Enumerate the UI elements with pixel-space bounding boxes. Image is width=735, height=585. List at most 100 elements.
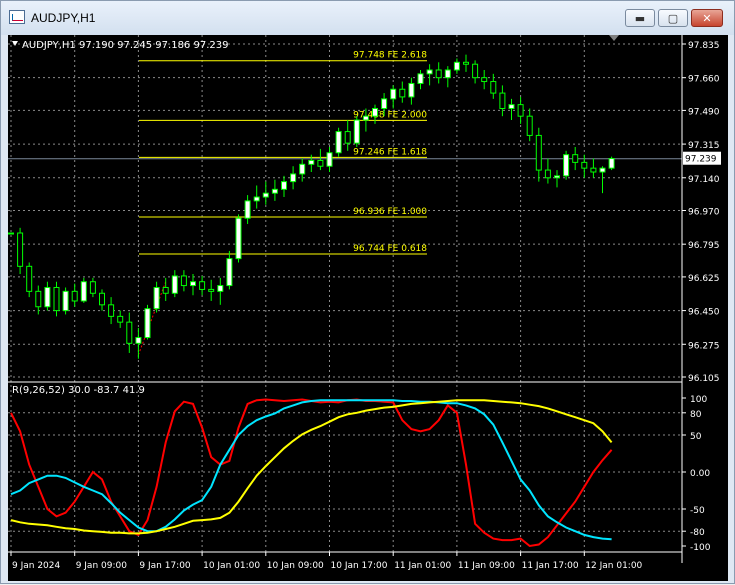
bull-candle-body <box>408 82 415 98</box>
bear-candle-body <box>117 315 124 323</box>
dropdown-triangle-icon[interactable] <box>12 41 18 46</box>
title-bar[interactable]: AUDJPY,H1 ▬ ▢ ✕ <box>1 1 734 35</box>
price-tick-label: 96.970 <box>688 208 720 218</box>
bull-candle-body <box>44 286 51 308</box>
bull-candle-body <box>153 286 160 310</box>
candles <box>8 54 615 359</box>
bull-candle-body <box>372 107 378 117</box>
bear-candle-body <box>17 232 24 267</box>
bear-candle-body <box>208 288 215 292</box>
bull-candle-body <box>290 173 297 183</box>
bull-candle-body <box>281 181 287 190</box>
time-label: 10 Jan 01:00 <box>203 561 260 571</box>
price-tick-label: 97.490 <box>688 107 720 117</box>
chart-window-icon <box>9 10 25 24</box>
bull-candle-body <box>353 119 360 144</box>
price-tick-label: 97.660 <box>688 75 720 85</box>
time-label: 11 Jan 09:00 <box>458 561 515 571</box>
bull-candle-body <box>563 154 570 177</box>
bear-candle-body <box>180 275 187 287</box>
bull-candle-body <box>226 258 233 287</box>
window-title: AUDJPY,H1 <box>31 11 96 25</box>
close-button[interactable]: ✕ <box>691 9 723 27</box>
bull-candle-body <box>335 131 342 154</box>
bear-candle-body <box>535 134 542 171</box>
bear-candle-body <box>26 265 33 292</box>
bull-candle-body <box>417 73 424 84</box>
time-label: 10 Jan 17:00 <box>331 561 388 571</box>
fib-level-label: 96.936 FE 1.000 <box>353 207 427 217</box>
price-tick-label: 96.625 <box>688 274 720 284</box>
bear-candle-body <box>463 61 469 65</box>
bull-candle-body <box>554 175 560 179</box>
bull-candle-body <box>444 69 451 79</box>
rsi-tick-label: 50 <box>690 432 702 442</box>
price-tick-label: 97.315 <box>688 141 720 151</box>
bull-candle-body <box>135 337 142 344</box>
current-price-label: 97.239 <box>685 155 717 165</box>
bear-candle-body <box>199 281 206 290</box>
info-line: AUDJPY,H1 97.190 97.245 97.186 97.239 <box>22 40 228 51</box>
time-label: 12 Jan 01:00 <box>585 561 642 571</box>
bear-candle-body <box>490 81 497 94</box>
bull-candle-body <box>244 200 251 219</box>
time-label: 9 Jan 2024 <box>12 561 60 571</box>
time-label: 9 Jan 17:00 <box>139 561 191 571</box>
rsi-tick-label: -50 <box>690 506 705 516</box>
bull-candle-body <box>190 281 196 287</box>
price-tick-label: 96.105 <box>688 374 720 384</box>
bull-candle-body <box>217 285 224 292</box>
bull-candle-body <box>426 69 433 75</box>
bull-candle-body <box>326 152 333 167</box>
bull-candle-body <box>271 188 278 194</box>
bear-candle-body <box>572 154 579 163</box>
rsi-tick-label: -80 <box>690 528 705 538</box>
bull-candle-body <box>599 167 606 173</box>
time-label: 10 Jan 09:00 <box>267 561 324 571</box>
bull-candle-body <box>453 61 460 71</box>
bear-candle-body <box>590 167 597 173</box>
bear-candle-body <box>108 304 115 317</box>
price-tick-label: 96.275 <box>688 341 720 351</box>
time-label: 9 Jan 09:00 <box>76 561 128 571</box>
bear-candle-body <box>317 159 324 167</box>
bear-candle-body <box>544 169 551 179</box>
fib-base-trendline <box>137 281 167 356</box>
shift-marker-icon[interactable] <box>609 35 619 41</box>
bull-candle-body <box>308 159 315 165</box>
fib-level-label: 97.748 FE 2.618 <box>353 51 427 61</box>
price-tick-label: 96.795 <box>688 241 720 251</box>
bull-candle-body <box>262 192 269 198</box>
bull-candle-body <box>171 275 178 294</box>
fib-level-label: 96.744 FE 0.618 <box>353 244 427 254</box>
bull-candle-body <box>299 163 306 175</box>
bull-candle-body <box>253 196 260 202</box>
bear-candle-body <box>344 131 351 144</box>
bull-candle-body <box>62 290 69 312</box>
bull-candle-body <box>8 232 14 235</box>
bull-candle-body <box>80 281 87 302</box>
bear-candle-body <box>435 69 442 79</box>
bear-candle-body <box>71 290 78 302</box>
bear-candle-body <box>399 88 406 98</box>
time-label: 11 Jan 01:00 <box>394 561 451 571</box>
chart-svg: 97.748 FE 2.61897.438 FE 2.00097.246 FE … <box>8 35 721 571</box>
chart-area[interactable]: 97.748 FE 2.618 97.438 FE 2.000 97.246 FE … <box>8 35 728 581</box>
bear-candle-body <box>35 290 42 308</box>
price-tick-label: 97.835 <box>688 41 720 51</box>
price-tick-label: 97.140 <box>688 175 720 185</box>
bull-candle-body <box>390 88 397 100</box>
bear-candle-body <box>581 161 588 169</box>
time-label: 11 Jan 17:00 <box>522 561 579 571</box>
bear-candle-body <box>499 92 506 109</box>
bear-candle-body <box>89 281 96 294</box>
bull-candle-body <box>381 98 388 109</box>
rsi-tick-label: 100 <box>690 395 707 405</box>
rsi-tick-label: 80 <box>690 410 702 420</box>
maximize-button[interactable]: ▢ <box>658 9 688 27</box>
bull-candle-body <box>235 217 242 260</box>
fib-level-label: 97.246 FE 1.618 <box>353 147 427 157</box>
rsi-indicator <box>10 398 613 548</box>
minimize-button[interactable]: ▬ <box>625 9 655 27</box>
rsi-line-26 <box>10 399 612 541</box>
